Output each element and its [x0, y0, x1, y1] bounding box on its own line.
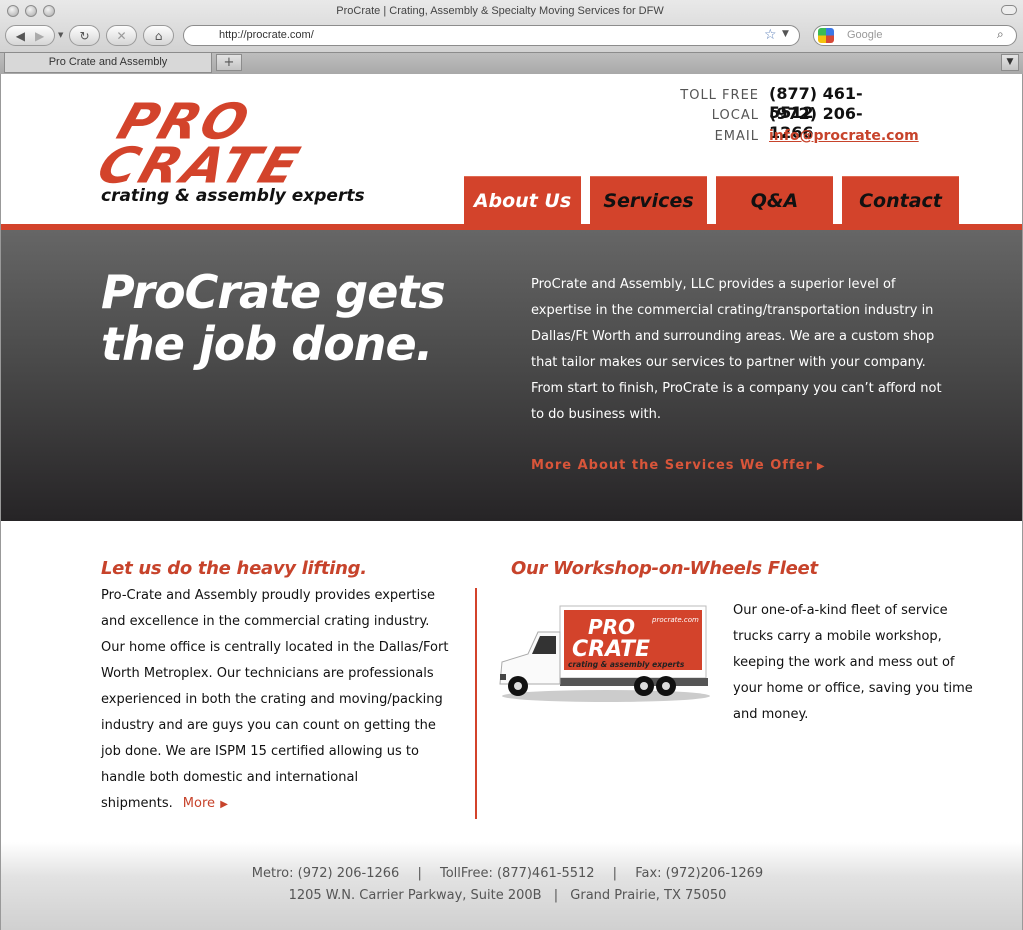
address-dropdown-icon[interactable]: ▼ [782, 29, 789, 39]
address-bar[interactable]: http://procrate.com/ [183, 25, 800, 46]
heavy-lifting-text: Pro-Crate and Assembly proudly provides … [101, 583, 451, 818]
toolbar-toggle-icon[interactable] [1001, 5, 1017, 15]
nav-contact[interactable]: Contact [842, 176, 959, 224]
logo-tagline: crating & assembly experts [101, 186, 365, 206]
toll-free-label: TOLL FREE [680, 88, 759, 103]
footer-fax: Fax: (972)206-1269 [635, 866, 764, 881]
footer-city: Grand Prairie, TX 75050 [570, 888, 727, 903]
reload-button[interactable]: ↻ [69, 25, 100, 46]
heavy-lifting-heading: Let us do the heavy lifting. [101, 558, 367, 579]
search-icon[interactable]: ⌕ [997, 27, 1004, 42]
home-button[interactable]: ⌂ [143, 25, 174, 46]
hero-title: ProCrate gets the job done. [101, 266, 501, 370]
search-input[interactable]: Google [813, 25, 1017, 46]
truck-url: procrate.com [651, 616, 699, 624]
stop-button[interactable]: ✕ [106, 25, 137, 46]
new-tab-button[interactable]: + [216, 54, 242, 71]
stop-icon: ✕ [116, 28, 127, 43]
web-page: PRO CRATE crating & assembly experts TOL… [0, 74, 1023, 930]
heavy-lifting-body: Pro-Crate and Assembly proudly provides … [101, 588, 449, 811]
history-dropdown-icon[interactable]: ▼ [58, 31, 63, 39]
services-link-label: More About the Services We Offer [531, 458, 813, 473]
tab-procrate[interactable]: Pro Crate and Assembly [4, 53, 212, 73]
footer-separator: | [417, 866, 422, 881]
email-row: EMAIL info@procrate.com [576, 128, 919, 148]
fleet-heading: Our Workshop-on-Wheels Fleet [511, 558, 818, 579]
footer-separator: | [553, 888, 559, 903]
window-title: ProCrate | Crating, Assembly & Specialty… [336, 5, 664, 17]
footer-tollfree: TollFree: (877)461-5512 [439, 866, 595, 881]
footer-street: 1205 W.N. Carrier Parkway, Suite 200B [288, 888, 542, 903]
main-nav: About Us Services Q&A Contact [464, 176, 959, 224]
google-search-engine-icon[interactable] [818, 28, 834, 43]
local-label: LOCAL [711, 108, 759, 123]
footer-separator: | [612, 866, 618, 881]
tab-overflow-icon[interactable]: ▼ [1001, 54, 1019, 71]
heavy-lifting-section: Let us do the heavy lifting. Pro-Crate a… [101, 558, 451, 818]
browser-chrome: ProCrate | Crating, Assembly & Specialty… [0, 0, 1023, 74]
nav-about-us[interactable]: About Us [464, 176, 581, 224]
email-link[interactable]: info@procrate.com [769, 128, 919, 144]
back-forward-buttons[interactable]: ◀ ▶ [5, 25, 55, 46]
truck-logo-crate: CRATE [572, 637, 650, 662]
reload-icon: ↻ [79, 28, 90, 43]
contact-info: TOLL FREE (877) 461-5512 LOCAL (972) 206… [576, 84, 919, 148]
home-icon: ⌂ [154, 28, 163, 43]
hero-title-line1: ProCrate gets [101, 265, 446, 319]
truck-tagline: crating & assembly experts [568, 660, 685, 669]
arrow-right-icon: ▶ [816, 461, 826, 472]
footer-address: 1205 W.N. Carrier Parkway, Suite 200B | … [1, 888, 1014, 903]
footer-phones: Metro: (972) 206-1266 | TollFree: (877)4… [1, 866, 1014, 881]
services-link[interactable]: More About the Services We Offer ▶ [531, 458, 826, 473]
more-link[interactable]: More ▶ [183, 796, 228, 811]
truck-logo-pro: PRO [588, 615, 635, 639]
hero-banner: ProCrate gets the job done. ProCrate and… [1, 230, 1022, 521]
footer: Metro: (972) 206-1266 | TollFree: (877)4… [1, 842, 1022, 930]
more-link-label: More [182, 796, 216, 811]
footer-metro: Metro: (972) 206-1266 [251, 866, 400, 881]
arrow-right-icon: ▶ [217, 799, 228, 810]
fleet-text: Our one-of-a-kind fleet of service truck… [733, 603, 973, 722]
nav-services[interactable]: Services [590, 176, 707, 224]
email-label: EMAIL [714, 129, 759, 144]
column-divider [475, 588, 477, 819]
nav-qa[interactable]: Q&A [716, 176, 833, 224]
toll-free-row: TOLL FREE (877) 461-5512 [576, 84, 906, 122]
hero-title-line2: the job done. [101, 317, 433, 371]
local-row: LOCAL (972) 206-1266 [576, 104, 906, 142]
tab-bar: Pro Crate and Assembly + ▼ [0, 52, 1023, 74]
hero-description: ProCrate and Assembly, LLC provides a su… [531, 277, 942, 422]
fleet-section: Our Workshop-on-Wheels Fleet [511, 558, 981, 579]
back-arrow-icon[interactable]: ◀ [16, 29, 25, 43]
bookmark-star-icon[interactable]: ☆ [764, 27, 777, 43]
box-truck-image: PRO CRATE procrate.com crating & assembl… [499, 605, 710, 702]
procrate-logo[interactable]: PRO CRATE crating & assembly experts [90, 94, 391, 209]
forward-arrow-icon[interactable]: ▶ [35, 29, 44, 43]
